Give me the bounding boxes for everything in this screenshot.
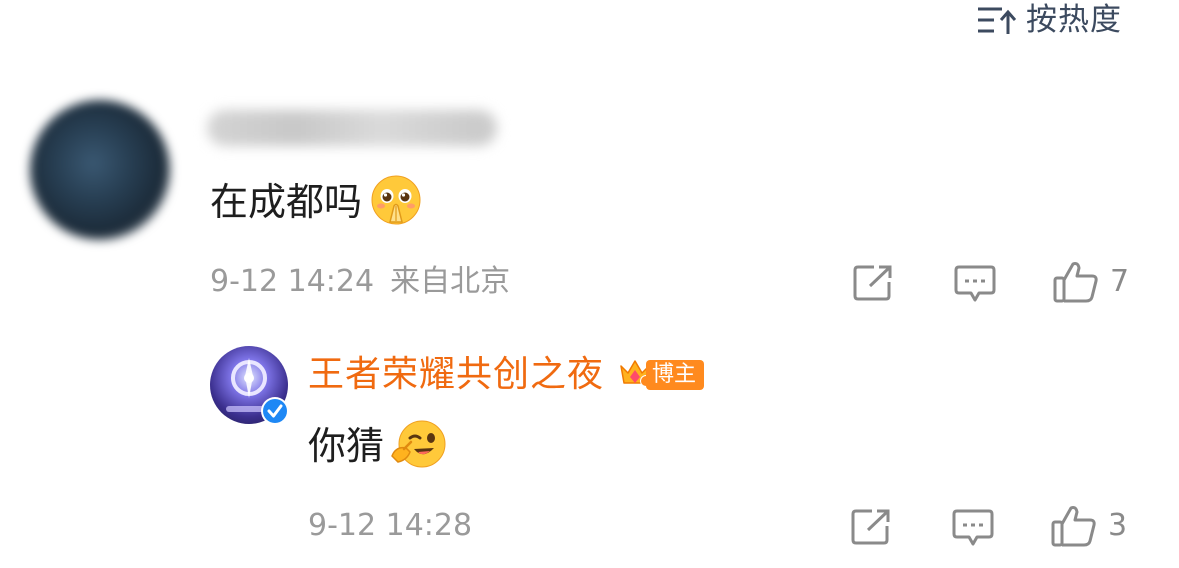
comment-meta: 9-12 14:24 来自北京 — [210, 264, 510, 300]
avatar[interactable] — [30, 100, 170, 240]
share-button[interactable] — [852, 264, 894, 302]
pleading-hands-emoji — [370, 174, 422, 230]
reply-text: 你猜 — [308, 424, 385, 468]
reply-share-button[interactable] — [850, 508, 892, 546]
like-button[interactable]: 7 — [1052, 260, 1129, 304]
comment-time: 9-12 14:24 — [210, 264, 375, 299]
comment-location: 来自北京 — [390, 264, 511, 299]
reply-like-count: 3 — [1108, 508, 1128, 543]
reply-comment-button[interactable] — [954, 264, 996, 304]
share-icon — [852, 264, 894, 302]
blogger-tag: 博主 — [646, 360, 705, 390]
comment-text: 在成都吗 — [210, 180, 363, 224]
reply-header: 王者荣耀共创之夜 博主 — [308, 352, 705, 398]
reply-time: 9-12 14:28 — [308, 508, 473, 543]
verified-icon — [260, 396, 290, 426]
sort-label: 按热度 — [1026, 2, 1122, 38]
comment-thread: 按热度 在成都吗 9-12 14:24 来自北京 7 王者荣耀共创之夜 博主 你… — [0, 0, 1179, 568]
share-icon — [850, 508, 892, 546]
comment-body: 在成都吗 — [210, 174, 422, 230]
username-redacted[interactable] — [207, 110, 497, 146]
wink-point-emoji — [390, 418, 448, 474]
sort-by-hot-button[interactable]: 按热度 — [976, 2, 1122, 38]
reply-body: 你猜 — [308, 418, 448, 474]
comment-icon — [954, 264, 996, 304]
reply-meta: 9-12 14:28 — [308, 508, 472, 544]
like-count: 7 — [1110, 264, 1130, 299]
reply-like-button[interactable]: 3 — [1050, 504, 1127, 548]
thumbs-up-icon — [1052, 260, 1100, 304]
reply-comment-button-2[interactable] — [952, 508, 994, 548]
comment-icon — [952, 508, 994, 548]
thumbs-up-icon — [1050, 504, 1098, 548]
reply-author-name[interactable]: 王者荣耀共创之夜 — [308, 352, 604, 398]
sort-icon — [976, 4, 1016, 36]
blogger-badge: 博主 — [618, 358, 705, 392]
